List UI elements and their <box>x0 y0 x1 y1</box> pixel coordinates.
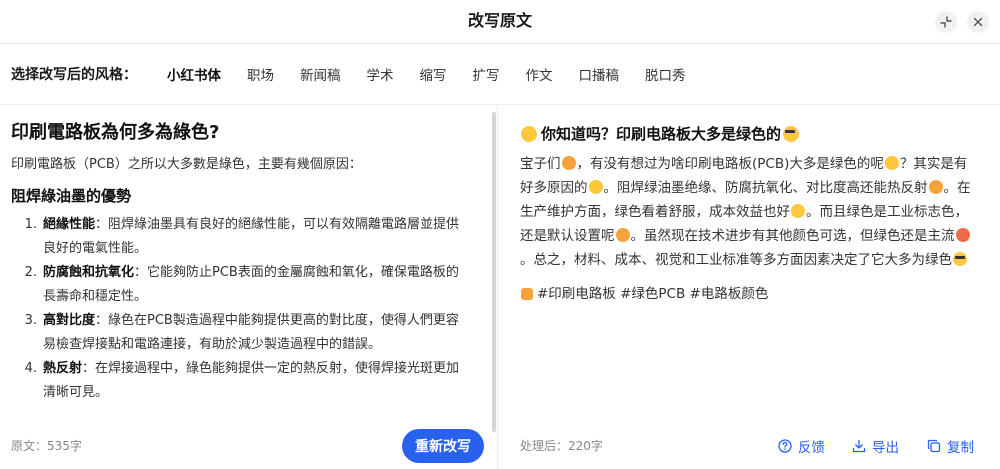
result-text: 。总之，材料、成本、视觉和工业标准等多方面因素决定了它大多为绿色 <box>520 252 952 268</box>
copy-icon <box>927 439 941 453</box>
list-desc: ：在焊接過程中，綠色能夠提供一定的熱反射，使得焊接光斑更加清晰可見。 <box>43 361 460 400</box>
original-panel: 印刷電路板為何多為綠色? 印刷電路板（PCB）之所以大多數是綠色，主要有幾個原因… <box>0 106 497 469</box>
result-text: 。阻焊绿油墨绝缘、防腐抗氧化、对比度高还能热反射 <box>603 180 928 196</box>
list-text: 絕緣性能：阻焊綠油墨具有良好的絕緣性能，可以有效隔離電路層並提供良好的電氣性能。 <box>43 213 480 261</box>
style-tab-essay[interactable]: 作文 <box>526 64 553 84</box>
dialog-header: 改写原文 <box>0 0 1000 44</box>
copy-label: 复制 <box>947 440 974 456</box>
sunglasses-emoji <box>953 252 967 266</box>
result-tags-row: #印刷电路板 #绿色PCB #电路板颜色 <box>520 282 978 306</box>
close-button[interactable] <box>967 11 989 33</box>
list-term: 防腐蝕和抗氧化 <box>43 265 135 280</box>
list-desc: ：阻焊綠油墨具有良好的絕緣性能，可以有效隔離電路層並提供良好的電氣性能。 <box>43 217 460 256</box>
fade-overlay <box>0 396 490 426</box>
kiss-emoji <box>955 228 970 242</box>
close-icon <box>973 17 983 27</box>
style-tab-academic[interactable]: 学术 <box>367 64 394 84</box>
thumbs-up-emoji <box>615 228 630 242</box>
list-term: 絕緣性能 <box>43 217 96 232</box>
style-tab-abbreviate[interactable]: 缩写 <box>420 64 447 84</box>
list-term: 高對比度 <box>43 313 96 328</box>
sunglasses-emoji <box>783 126 800 142</box>
result-title-row: 你知道吗？印刷电路板大多是绿色的 <box>520 122 978 146</box>
dialog-title: 改写原文 <box>467 11 532 30</box>
list-term: 熱反射 <box>43 361 83 376</box>
collapse-button[interactable] <box>935 11 957 33</box>
original-title: 印刷電路板為何多為綠色? <box>11 122 220 143</box>
style-tab-broadcast[interactable]: 口播稿 <box>579 64 620 84</box>
style-tab-workplace[interactable]: 职场 <box>247 64 274 84</box>
feedback-button[interactable]: 反馈 <box>778 432 825 460</box>
list-number: 3. <box>24 313 37 328</box>
list-item: 1. 絕緣性能：阻焊綠油墨具有良好的絕緣性能，可以有效隔離電路層並提供良好的電氣… <box>11 213 480 261</box>
export-label: 导出 <box>872 440 899 456</box>
list-item: 3. 高對比度：綠色在PCB製造過程中能夠提供更高的對比度，使得人們更容易檢查焊… <box>11 309 480 357</box>
list-number: 1. <box>24 217 37 232</box>
list-number: 2. <box>24 265 37 280</box>
original-word-count: 原文：535字 <box>11 439 82 453</box>
original-subtitle: 阻焊綠油墨的優勢 <box>11 187 132 205</box>
grin-emoji <box>791 204 805 218</box>
style-label: 选择改写后的风格： <box>11 67 137 83</box>
style-tab-expand[interactable]: 扩写 <box>473 64 500 84</box>
list-desc: ：綠色在PCB製造過程中能夠提供更高的對比度，使得人們更容易檢查焊接點和電路連接… <box>43 313 459 352</box>
thinking-emoji <box>884 156 899 170</box>
list-text: 高對比度：綠色在PCB製造過程中能夠提供更高的對比度，使得人們更容易檢查焊接點和… <box>43 309 480 357</box>
thinking-face-emoji <box>521 126 537 142</box>
style-tab-xiaohongshu[interactable]: 小红书体 <box>167 64 221 84</box>
style-tab-standup[interactable]: 脱口秀 <box>645 64 686 84</box>
original-scrollbar[interactable] <box>492 112 496 432</box>
feedback-label: 反馈 <box>798 440 825 456</box>
regenerate-button[interactable]: 重新改写 <box>402 429 484 463</box>
export-button[interactable]: 导出 <box>852 432 899 460</box>
result-footer: 处理后：220字 反馈 导出 复制 <box>498 428 1000 469</box>
result-title: 你知道吗？印刷电路板大多是绿色的 <box>541 125 782 143</box>
result-text: 宝子们 <box>520 156 561 172</box>
result-panel: 你知道吗？印刷电路板大多是绿色的 宝子们 ，有没有想过为啥印刷电路板(PCB)大多… <box>498 106 1000 428</box>
clap-emoji <box>561 156 576 170</box>
result-word-count: 处理后：220字 <box>520 439 603 453</box>
smile-emoji <box>588 180 603 194</box>
original-footer: 原文：535字 重新改写 <box>0 428 497 469</box>
question-icon <box>778 439 792 453</box>
style-selector: 选择改写后的风格： 小红书体 职场 新闻稿 学术 缩写 扩写 作文 口播稿 脱口… <box>0 44 1000 105</box>
tag-emoji <box>521 288 533 300</box>
download-icon <box>852 439 866 453</box>
result-text: ，有没有想过为啥印刷电路板(PCB)大多是绿色的呢 <box>576 156 884 172</box>
original-content[interactable]: 印刷電路板為何多為綠色? 印刷電路板（PCB）之所以大多數是綠色，主要有幾個原因… <box>0 106 490 426</box>
clap-emoji <box>928 180 943 194</box>
list-text: 防腐蝕和抗氧化：它能夠防止PCB表面的金屬腐蝕和氧化，確保電路板的長壽命和穩定性… <box>43 261 480 309</box>
original-list: 1. 絕緣性能：阻焊綠油墨具有良好的絕緣性能，可以有效隔離電路層並提供良好的電氣… <box>11 213 480 405</box>
result-tags: #印刷电路板 #绿色PCB #电路板颜色 <box>537 286 769 302</box>
result-body: 宝子们 ，有没有想过为啥印刷电路板(PCB)大多是绿色的呢 ？其实是有好多原因的 。阻… <box>520 152 978 272</box>
copy-button[interactable]: 复制 <box>927 432 974 460</box>
result-text: 。虽然现在技术进步有其他颜色可选，但绿色还是主流 <box>630 228 955 244</box>
original-intro: 印刷電路板（PCB）之所以大多數是綠色，主要有幾個原因： <box>11 157 362 172</box>
collapse-icon <box>940 16 952 28</box>
style-tab-press-release[interactable]: 新闻稿 <box>300 64 341 84</box>
list-item: 2. 防腐蝕和抗氧化：它能夠防止PCB表面的金屬腐蝕和氧化，確保電路板的長壽命和… <box>11 261 480 309</box>
